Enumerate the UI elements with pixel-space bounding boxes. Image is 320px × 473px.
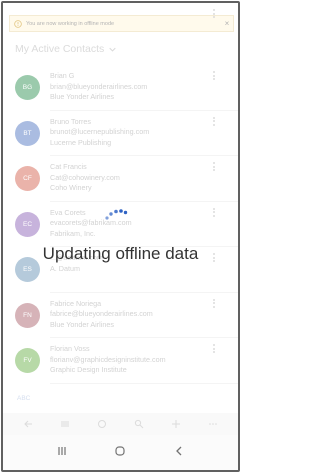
loading-overlay: Updating offline data (0, 0, 241, 473)
loading-spinner-icon (105, 209, 128, 220)
loading-message: Updating offline data (42, 244, 199, 263)
